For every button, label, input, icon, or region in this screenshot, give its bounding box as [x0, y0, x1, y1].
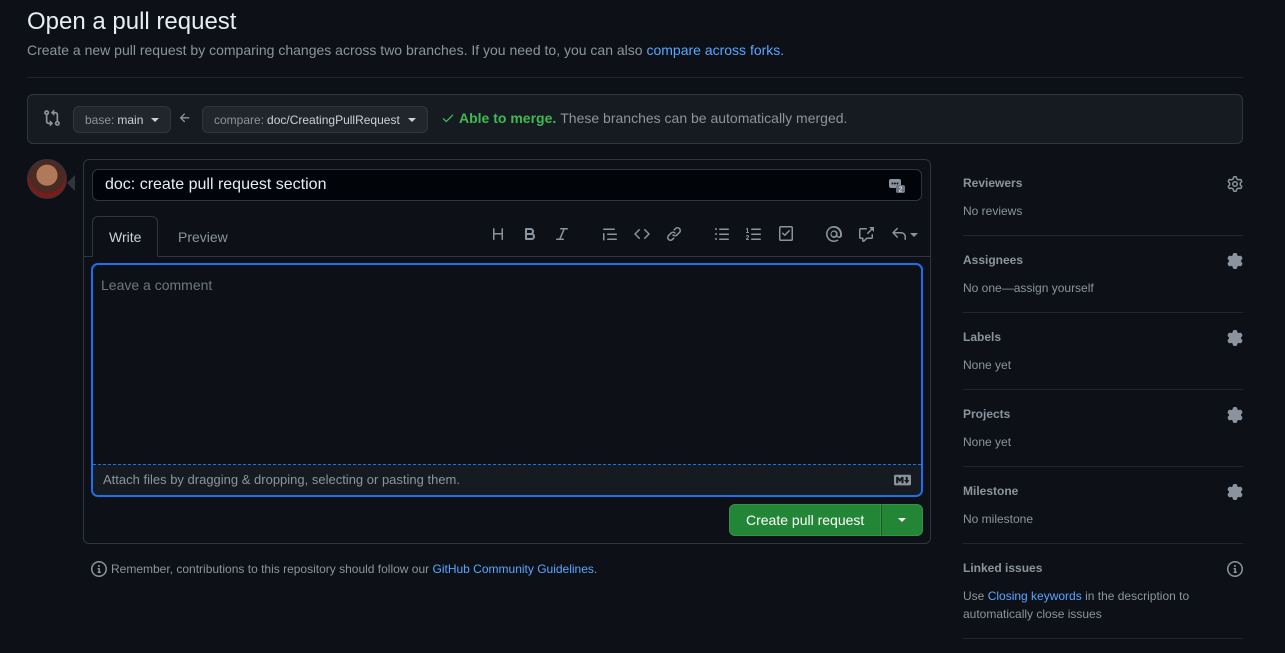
bold-icon[interactable]: [518, 222, 542, 246]
reviewers-title: Reviewers: [963, 176, 1023, 190]
sidebar: Reviewers No reviews Assignees No one—as…: [963, 159, 1243, 649]
reply-icon[interactable]: [888, 222, 920, 246]
cross-reference-icon[interactable]: [854, 222, 878, 246]
compare-branch-select[interactable]: compare: doc/CreatingPullRequest: [202, 106, 428, 133]
attach-files-text: Attach files by dragging & dropping, sel…: [103, 472, 460, 487]
sidebar-milestone: Milestone No milestone: [963, 467, 1243, 544]
base-branch-select[interactable]: base: main: [73, 106, 172, 133]
caret-down-icon: [909, 232, 918, 237]
avatar-pointer: [67, 175, 75, 191]
milestone-value: No milestone: [963, 512, 1034, 526]
merge-description: These branches can be automatically merg…: [560, 110, 848, 126]
heading-icon[interactable]: [486, 222, 510, 246]
italic-icon[interactable]: [550, 222, 574, 246]
reviewers-value: No reviews: [963, 204, 1023, 218]
caret-down-icon: [407, 118, 416, 122]
create-pull-request-button[interactable]: Create pull request: [729, 504, 882, 536]
compare-branch-value: doc/CreatingPullRequest: [267, 112, 400, 127]
note-text: Remember, contributions to this reposito…: [111, 562, 597, 576]
compare-bar: base: main compare: doc/CreatingPullRequ…: [27, 94, 1243, 144]
check-icon: [442, 114, 454, 123]
saved-replies-icon[interactable]: 2: [888, 176, 906, 194]
merge-ok-label: Able to merge.: [459, 110, 557, 126]
linked-issues-title: Linked issues: [963, 561, 1043, 575]
base-branch-value: main: [117, 112, 144, 127]
assignees-value[interactable]: No one—assign yourself: [963, 279, 1213, 297]
info-icon[interactable]: [1227, 561, 1243, 577]
note-prefix: Remember, contributions to this reposito…: [111, 562, 433, 576]
submit-group: Create pull request: [729, 504, 924, 536]
title-input[interactable]: [92, 169, 922, 201]
community-guidelines-link[interactable]: GitHub Community Guidelines: [433, 562, 594, 576]
caret-down-icon: [898, 518, 907, 522]
caret-down-icon: [151, 118, 160, 122]
avatar[interactable]: [27, 159, 67, 199]
milestone-title: Milestone: [963, 484, 1019, 498]
compare-branch-key: compare:: [214, 112, 265, 127]
sidebar-projects: Projects None yet: [963, 390, 1243, 467]
tab-preview[interactable]: Preview: [162, 216, 244, 257]
note-suffix: .: [593, 562, 598, 576]
mention-icon[interactable]: [822, 222, 846, 246]
task-list-icon[interactable]: [774, 222, 798, 246]
sidebar-reviewers: Reviewers No reviews: [963, 159, 1243, 236]
projects-value: None yet: [963, 435, 1012, 449]
quote-icon[interactable]: [598, 222, 622, 246]
page-subtitle: Create a new pull request by comparing c…: [27, 42, 784, 58]
attach-files-bar[interactable]: Attach files by dragging & dropping, sel…: [93, 464, 921, 495]
subtitle-text: Create a new pull request by comparing c…: [27, 42, 647, 58]
gear-icon[interactable]: [1227, 484, 1243, 500]
contribution-note: Remember, contributions to this reposito…: [91, 561, 597, 577]
submit-options-button[interactable]: [881, 504, 924, 536]
projects-title: Projects: [963, 407, 1011, 421]
gear-icon[interactable]: [1227, 407, 1243, 423]
assignees-title: Assignees: [963, 253, 1024, 267]
code-icon[interactable]: [630, 222, 654, 246]
arrow-left-icon: [179, 113, 190, 123]
tab-write[interactable]: Write: [92, 216, 159, 257]
sidebar-assignees: Assignees No one—assign yourself: [963, 236, 1243, 313]
gear-icon[interactable]: [1227, 176, 1243, 192]
svg-text:2: 2: [899, 187, 903, 194]
linked-issues-value: Use Closing keywords in the description …: [963, 587, 1213, 623]
comment-area: Attach files by dragging & dropping, sel…: [92, 264, 922, 496]
labels-value: None yet: [963, 358, 1012, 372]
unordered-list-icon[interactable]: [710, 222, 734, 246]
sidebar-labels: Labels None yet: [963, 313, 1243, 390]
sidebar-linked-issues: Linked issues Use Closing keywords in th…: [963, 544, 1243, 639]
merge-status: Able to merge. These branches can be aut…: [441, 110, 847, 126]
comment-textarea[interactable]: [93, 265, 921, 464]
link-icon[interactable]: [662, 222, 686, 246]
page-title: Open a pull request: [27, 8, 237, 35]
gear-icon[interactable]: [1227, 253, 1243, 269]
gear-icon[interactable]: [1227, 330, 1243, 346]
compare-across-forks-link[interactable]: compare across forks.: [646, 42, 784, 58]
ordered-list-icon[interactable]: [742, 222, 766, 246]
pull-request-form: 2 Write Preview Attach fi: [83, 159, 931, 544]
markdown-icon[interactable]: [894, 474, 911, 486]
git-compare-icon: [44, 109, 60, 127]
closing-keywords-link[interactable]: Closing keywords: [988, 589, 1082, 603]
linked-issues-prefix: Use: [963, 589, 988, 603]
base-branch-key: base:: [85, 112, 115, 127]
info-icon: [91, 561, 107, 577]
labels-title: Labels: [963, 330, 1002, 344]
header-divider: [27, 77, 1243, 78]
